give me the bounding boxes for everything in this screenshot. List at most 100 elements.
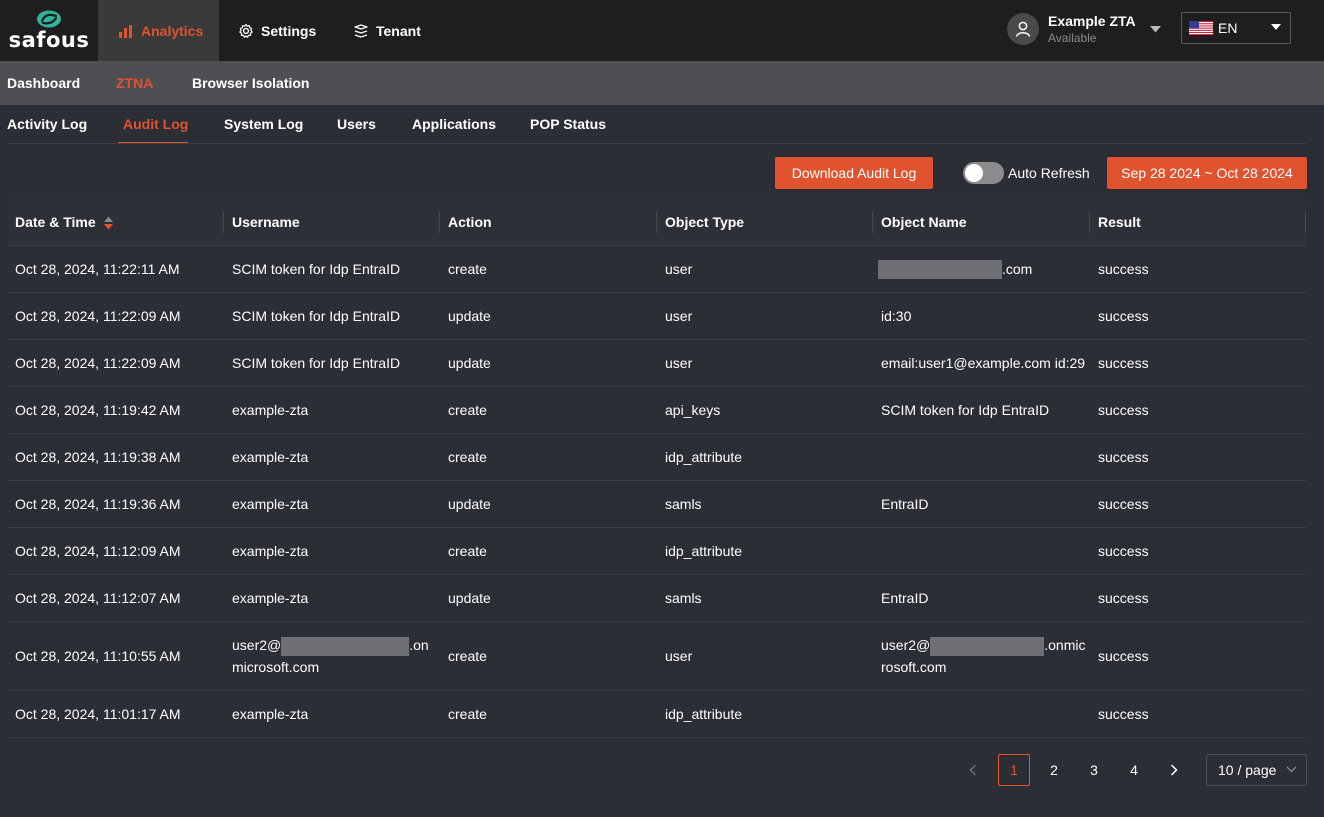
topnav-tenant-label: Tenant	[376, 22, 421, 39]
cell-username: example-zta	[232, 402, 309, 418]
us-flag-icon	[1189, 21, 1213, 35]
cell-username: SCIM token for Idp EntraID	[232, 355, 401, 371]
cell-username-prefix: user2@	[232, 637, 282, 653]
auto-refresh-toggle[interactable]	[963, 162, 1004, 184]
cell-object-name: EntraID	[881, 496, 929, 512]
page-size-select[interactable]: 10 / page	[1206, 754, 1307, 786]
page-1-button[interactable]: 1	[998, 754, 1030, 786]
cell-object-type: user	[665, 355, 693, 371]
cell-action: update	[448, 308, 491, 324]
language-label: EN	[1218, 20, 1238, 36]
cell-datetime: Oct 28, 2024, 11:22:09 AM	[15, 308, 181, 324]
cell-object-name: EntraID	[881, 590, 929, 606]
cell-username: example-zta	[232, 706, 309, 722]
topnav-analytics-label: Analytics	[141, 22, 204, 39]
table-row: Oct 28, 2024, 11:12:07 AM example-zta up…	[8, 575, 1306, 622]
table-row: Oct 28, 2024, 11:12:09 AM example-zta cr…	[8, 528, 1306, 575]
cell-object-name: user2@ .onmic rosoft.com	[881, 622, 1085, 690]
toggle-knob	[965, 164, 983, 182]
cell-object-name: SCIM token for Idp EntraID	[881, 402, 1050, 418]
tab-applications[interactable]: Applications	[412, 105, 496, 145]
cell-object-name-text: .com	[1002, 261, 1033, 277]
user-icon	[1015, 21, 1031, 37]
safous-logo-icon	[37, 10, 61, 28]
column-header-object-name: Object Name	[881, 214, 967, 230]
cell-action: create	[448, 402, 487, 418]
user-menu[interactable]: Example ZTA Available	[1007, 11, 1161, 47]
caret-down-icon	[1271, 24, 1281, 30]
cell-action: update	[448, 355, 491, 371]
cell-username-line2: microsoft.com	[232, 659, 320, 675]
sort-icon[interactable]	[103, 216, 113, 230]
cell-action: create	[448, 449, 487, 465]
topnav-settings[interactable]: Settings	[238, 0, 316, 61]
topnav-analytics[interactable]: Analytics	[98, 0, 219, 61]
redacted-text	[930, 636, 1045, 656]
page-2-button[interactable]: 2	[1038, 754, 1070, 786]
bar-chart-icon	[119, 24, 132, 38]
table-row: Oct 28, 2024, 11:22:11 AM SCIM token for…	[8, 246, 1306, 293]
cell-result: success	[1098, 402, 1149, 418]
cell-result: success	[1098, 308, 1149, 324]
cell-datetime: Oct 28, 2024, 11:19:38 AM	[15, 449, 181, 465]
cell-object-name-prefix: user2@	[881, 637, 931, 653]
date-range-picker[interactable]: Sep 28 2024 ~ Oct 28 2024	[1107, 157, 1307, 189]
subnav-dashboard[interactable]: Dashboard	[7, 61, 80, 105]
cell-datetime: Oct 28, 2024, 11:10:55 AM	[15, 648, 181, 664]
download-audit-log-button[interactable]: Download Audit Log	[775, 157, 933, 189]
cell-object-name: email:user1@example.com id:29	[881, 355, 1086, 371]
table-row: Oct 28, 2024, 11:19:42 AM example-zta cr…	[8, 387, 1306, 434]
next-page-icon[interactable]	[1170, 764, 1178, 776]
column-header-datetime[interactable]: Date & Time	[15, 199, 113, 245]
chevron-down-icon	[1286, 766, 1297, 773]
subnav-ztna[interactable]: ZTNA	[116, 61, 153, 105]
cell-object-type: user	[665, 648, 693, 664]
tab-system-log[interactable]: System Log	[224, 105, 303, 145]
user-name: Example ZTA	[1048, 12, 1136, 29]
tab-pop-status[interactable]: POP Status	[530, 105, 606, 145]
tabs-divider	[8, 143, 1306, 144]
logo-text: safous	[8, 28, 90, 52]
table-row: Oct 28, 2024, 11:19:36 AM example-zta up…	[8, 481, 1306, 528]
page-4-button[interactable]: 4	[1118, 754, 1150, 786]
cell-object-type: samls	[665, 590, 702, 606]
tab-activity-log[interactable]: Activity Log	[7, 105, 87, 145]
tab-users[interactable]: Users	[337, 105, 376, 145]
cell-datetime: Oct 28, 2024, 11:12:07 AM	[15, 590, 181, 606]
cell-result: success	[1098, 261, 1149, 277]
stack-icon	[354, 23, 368, 38]
subnav-browser-isolation[interactable]: Browser Isolation	[192, 61, 309, 105]
cell-object-name-line2: rosoft.com	[881, 659, 947, 675]
table-row: Oct 28, 2024, 11:22:09 AM SCIM token for…	[8, 293, 1306, 340]
table-row: Oct 28, 2024, 11:10:55 AM user2@ .on micr…	[8, 622, 1306, 691]
tab-audit-log[interactable]: Audit Log	[123, 105, 188, 145]
cell-action: create	[448, 543, 487, 559]
cell-result: success	[1098, 648, 1149, 664]
prev-page-icon[interactable]	[969, 764, 977, 776]
caret-down-icon	[1149, 25, 1161, 32]
column-header-result: Result	[1098, 214, 1141, 230]
cell-object-name: id:30	[881, 308, 912, 324]
cell-object-name: .com	[878, 246, 1032, 292]
cell-action: create	[448, 706, 487, 722]
cell-username: SCIM token for Idp EntraID	[232, 261, 401, 277]
topnav-tenant[interactable]: Tenant	[353, 0, 421, 61]
cell-result: success	[1098, 496, 1149, 512]
column-separator	[1089, 211, 1090, 233]
cell-action: update	[448, 496, 491, 512]
avatar	[1007, 13, 1039, 45]
cell-username: user2@ .on microsoft.com	[232, 622, 429, 690]
column-separator	[872, 211, 873, 233]
column-separator	[1305, 211, 1306, 233]
auto-refresh-label: Auto Refresh	[1008, 165, 1090, 181]
language-select[interactable]: EN	[1181, 12, 1291, 44]
page-3-button[interactable]: 3	[1078, 754, 1110, 786]
top-bar: safous Analytics Settings Tenant Example…	[0, 0, 1324, 61]
column-separator	[439, 211, 440, 233]
cell-result: success	[1098, 355, 1149, 371]
cell-datetime: Oct 28, 2024, 11:22:11 AM	[15, 261, 180, 277]
cell-datetime: Oct 28, 2024, 11:22:09 AM	[15, 355, 181, 371]
sub-nav: Dashboard ZTNA Browser Isolation	[0, 61, 1324, 105]
safous-logo[interactable]: safous	[0, 0, 98, 61]
cell-result: success	[1098, 706, 1149, 722]
